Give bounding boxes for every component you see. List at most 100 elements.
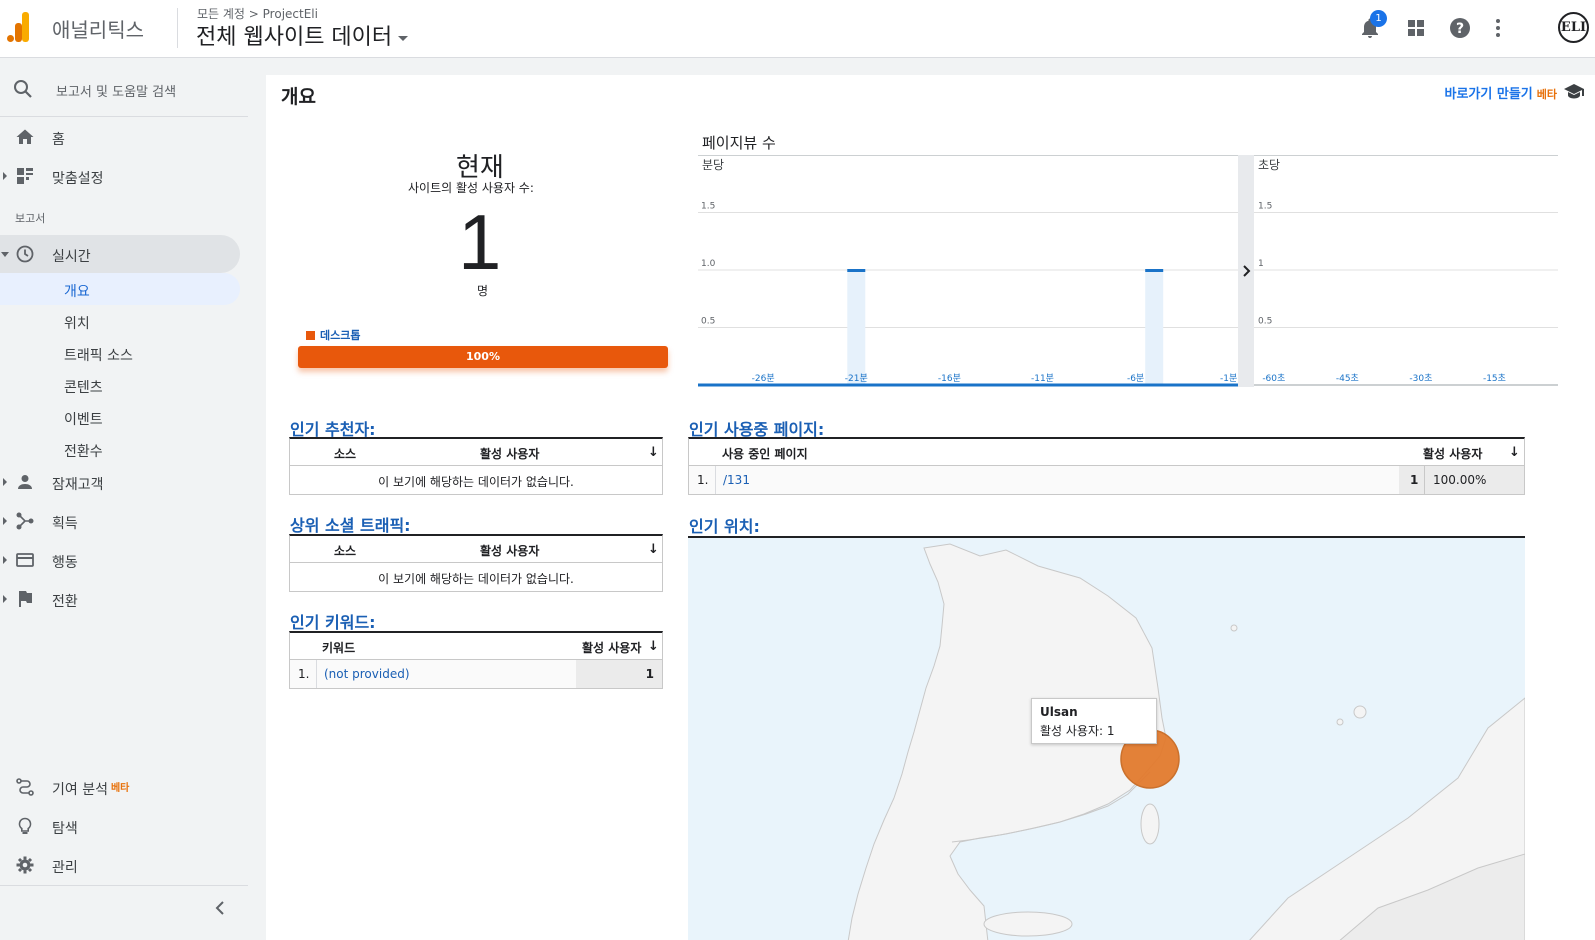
x-tick-label: -45초	[1336, 373, 1359, 384]
sidebar-item-label: 맞춤설정	[52, 171, 104, 187]
location-map[interactable]: Ulsan 활성 사용자: 1	[688, 536, 1525, 940]
row-rank: 1.	[697, 473, 709, 487]
analytics-logo[interactable]	[6, 12, 36, 44]
create-shortcut-link[interactable]: 바로가기 만들기 베타	[1445, 83, 1558, 102]
header-divider	[177, 8, 178, 48]
notifications-button[interactable]: 1	[1356, 10, 1387, 42]
acquisition-icon	[16, 512, 34, 530]
subitem-label: 위치	[64, 316, 90, 332]
sidebar-subitem-traffic-sources[interactable]: 트래픽 소스	[0, 337, 240, 369]
dashboard-icon	[17, 168, 33, 184]
subitem-label: 콘텐츠	[64, 380, 103, 396]
chevron-down-icon	[1, 252, 9, 257]
sidebar-subitem-conversions[interactable]: 전환수	[0, 433, 240, 465]
sidebar-item-label: 탐색	[52, 821, 78, 837]
beta-badge: 베타	[1536, 88, 1557, 101]
sidebar-item-home[interactable]: 홈	[0, 118, 240, 156]
y-tick-label: 1.5	[701, 202, 715, 212]
top-social-title: 상위 소셜 트래픽:	[290, 516, 411, 535]
sort-desc-icon[interactable]: ↓	[648, 639, 659, 654]
sort-desc-icon[interactable]: ↓	[1509, 445, 1520, 460]
top-bar: 애널리틱스 모든 계정 > ProjectEli 전체 웹사이트 데이터 1 ?…	[0, 0, 1595, 58]
col-page[interactable]: 사용 중인 페이지	[722, 445, 808, 462]
row-rank: 1.	[298, 667, 310, 681]
account-avatar[interactable]: ELI	[1558, 12, 1589, 43]
clock-icon	[16, 245, 34, 263]
search-placeholder: 보고서 및 도움말 검색	[56, 85, 177, 100]
col-active-users[interactable]: 활성 사용자	[480, 542, 539, 559]
sidebar-item-audience[interactable]: 잠재고객	[0, 463, 240, 501]
subitem-label: 이벤트	[64, 412, 103, 428]
sidebar-item-realtime[interactable]: 실시간	[0, 235, 240, 273]
chevron-right-icon	[3, 478, 7, 486]
keyword-link[interactable]: (not provided)	[324, 667, 410, 681]
chevron-down-icon	[398, 35, 409, 41]
table-row: 1. /131 1 100.00%	[689, 466, 1524, 494]
sidebar-item-acquisition[interactable]: 획득	[0, 502, 240, 540]
y-tick-label: 1.5	[1258, 202, 1272, 212]
x-tick-label: -21분	[845, 373, 868, 384]
chevron-right-icon	[3, 172, 7, 180]
sidebar-item-label: 행동	[52, 555, 78, 571]
x-tick-label: -60초	[1262, 373, 1285, 384]
sidebar-subitem-events[interactable]: 이벤트	[0, 401, 240, 433]
subitem-label: 개요	[64, 284, 90, 300]
sidebar-item-behavior[interactable]: 행동	[0, 541, 240, 579]
col-keyword[interactable]: 키워드	[322, 639, 355, 656]
sidebar-item-customization[interactable]: 맞춤설정	[0, 157, 240, 195]
collapse-sidebar-button[interactable]	[214, 900, 226, 919]
active-users-unit: 명	[477, 284, 489, 298]
sidebar-subitem-locations[interactable]: 위치	[0, 305, 240, 337]
page-link[interactable]: /131	[723, 473, 750, 487]
top-locations-title: 인기 위치:	[689, 517, 760, 536]
page-title: 개요	[281, 86, 316, 108]
sort-desc-icon[interactable]: ↓	[648, 542, 659, 557]
more-options-button[interactable]	[1484, 14, 1512, 42]
help-button[interactable]: ?	[1446, 14, 1474, 42]
attribution-icon	[16, 778, 34, 796]
apps-button[interactable]	[1402, 14, 1430, 42]
x-tick-label: -16분	[938, 373, 961, 384]
main-content: 개요 바로가기 만들기 베타 현재 사이트의 활성 사용자 수: 1 명 데스크톱…	[266, 75, 1595, 940]
view-selector[interactable]: 전체 웹사이트 데이터	[196, 19, 409, 51]
home-icon	[16, 129, 34, 144]
notification-badge: 1	[1370, 10, 1387, 27]
search-box[interactable]: 보고서 및 도움말 검색	[0, 70, 248, 110]
row-value: 1	[1410, 473, 1419, 487]
sidebar-divider	[0, 885, 248, 886]
top-social-table: 소스 활성 사용자 ↓ 이 보기에 해당하는 데이터가 없습니다.	[289, 534, 663, 592]
gear-icon	[16, 856, 34, 874]
sidebar-subitem-overview[interactable]: 개요	[0, 273, 240, 305]
education-button[interactable]	[1563, 83, 1585, 103]
pageviews-chart: 분당 1.5 1.0 0.5 -26분 -21분 -16분 -11분 -6분 -1분 초당 1.5 1 0…	[698, 155, 1558, 387]
sort-desc-icon[interactable]: ↓	[648, 445, 659, 460]
sidebar-divider	[0, 116, 248, 117]
col-active-users[interactable]: 활성 사용자	[480, 445, 539, 462]
device-share-bar: 100%	[298, 346, 668, 368]
sidebar-item-conversions[interactable]: 전환	[0, 580, 240, 618]
view-name: 전체 웹사이트 데이터	[196, 25, 393, 50]
sidebar-item-label: 실시간	[52, 249, 91, 265]
apps-grid-icon	[1408, 20, 1424, 36]
table-header: 소스 활성 사용자 ↓	[290, 536, 662, 563]
person-icon	[18, 475, 32, 489]
sidebar-item-attribution[interactable]: 기여 분석 베타	[0, 768, 240, 806]
col-source[interactable]: 소스	[334, 445, 356, 462]
top-keywords-table: 키워드 활성 사용자 ↓ 1. (not provided) 1	[289, 631, 663, 689]
chevron-left-icon	[215, 901, 224, 915]
col-active-users[interactable]: 활성 사용자	[582, 639, 641, 656]
col-source[interactable]: 소스	[334, 542, 356, 559]
x-tick-label: -1분	[1220, 373, 1237, 384]
sidebar-subitem-content[interactable]: 콘텐츠	[0, 369, 240, 401]
sidebar-item-discover[interactable]: 탐색	[0, 807, 240, 845]
top-keywords-title: 인기 키워드:	[290, 613, 376, 632]
sidebar-item-admin[interactable]: 관리	[0, 846, 240, 884]
sidebar-item-label: 전환	[52, 594, 78, 610]
sidebar-item-label: 기여 분석 베타	[52, 779, 129, 799]
behavior-icon	[16, 553, 34, 567]
beta-badge: 베타	[110, 783, 130, 794]
active-users-count: 1	[458, 198, 502, 286]
location-tooltip: Ulsan 활성 사용자: 1	[1031, 698, 1157, 744]
pageview-bar	[847, 269, 866, 272]
col-active-users[interactable]: 활성 사용자	[1423, 445, 1482, 462]
